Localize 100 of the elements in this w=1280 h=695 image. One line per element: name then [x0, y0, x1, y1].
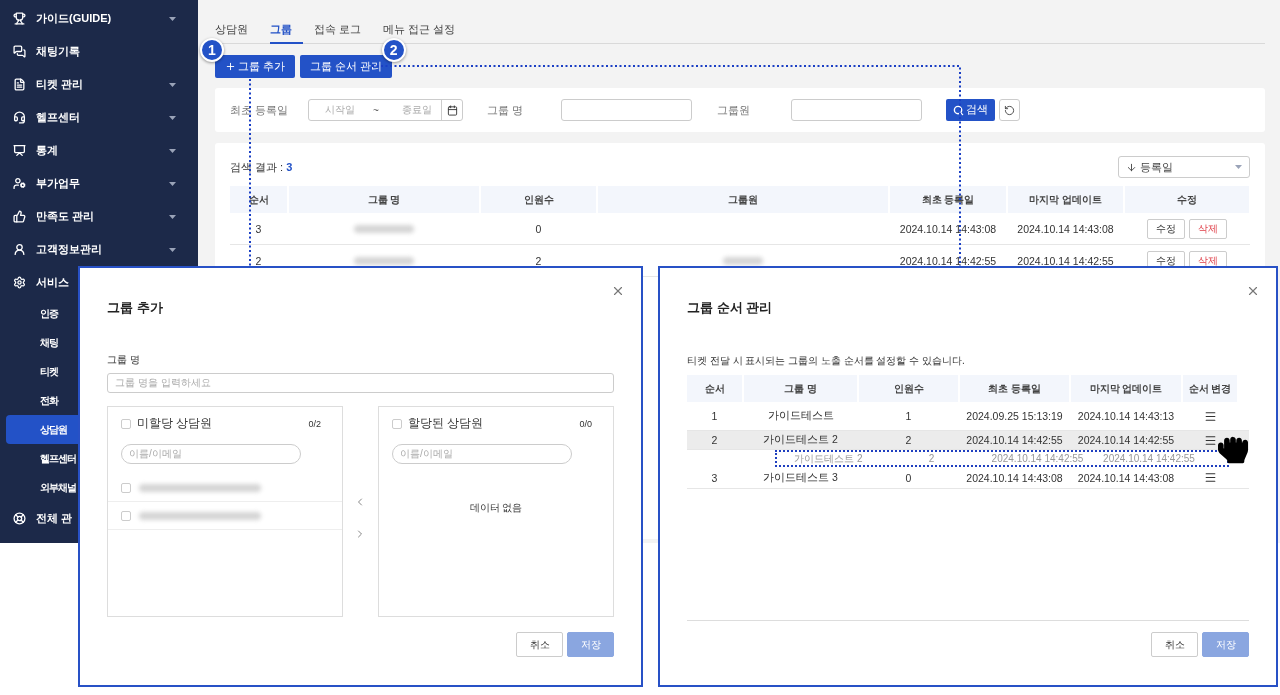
close-icon [1246, 284, 1260, 298]
table-cell-text: 1 [904, 409, 913, 424]
panel-title: 미할당 상담원 [137, 415, 214, 432]
sidebar-item[interactable]: 티켓 관리 [0, 68, 198, 101]
table-cell-text: 0 [534, 221, 543, 237]
table-cell-text: 2 [904, 433, 913, 448]
sort-arrow-icon [1126, 161, 1137, 173]
checkbox[interactable] [121, 510, 131, 521]
dialog-title: 그룹 순서 관리 [687, 299, 774, 317]
sort-select[interactable]: 등록일 [1118, 156, 1250, 178]
table-cell-text: 가이드테스트 2 [762, 432, 839, 447]
table-cell-text: 2 [254, 253, 263, 269]
caret-icon [169, 148, 176, 153]
table-cell-text: 2 [534, 253, 543, 269]
column-header: 인원수 [859, 375, 958, 402]
menu-item-icon [13, 210, 26, 223]
grab-hand-icon [1218, 435, 1248, 465]
edit-button[interactable]: 수정 [1147, 218, 1185, 239]
close-icon [611, 284, 625, 298]
sidebar-item[interactable]: 채팅기록 [0, 35, 198, 68]
table-cell-text: 2 [710, 433, 719, 448]
toolbar-button[interactable]: 그룹 순서 관리 [299, 55, 392, 78]
redacted-text [354, 256, 414, 265]
menu-item-icon [13, 78, 26, 91]
caret-icon [1235, 165, 1242, 169]
column-header: 최초 등록일 [960, 375, 1069, 402]
caret-icon [169, 181, 176, 186]
drag-handle-icon[interactable] [1203, 433, 1217, 447]
sidebar-item[interactable]: 헬프센터 [0, 101, 198, 134]
menu-item-icon [13, 12, 26, 25]
tab[interactable]: 그룹 [270, 19, 303, 44]
toolbar-button[interactable]: 그룹 추가 [215, 55, 295, 78]
menu-item-icon [13, 177, 26, 190]
column-header: 인원수 [481, 186, 596, 213]
sidebar-item[interactable]: 통계 [0, 134, 198, 167]
checkbox[interactable] [121, 482, 131, 493]
dialog-button[interactable]: 취소 [516, 632, 563, 657]
column-header: 마지막 업데이트 [1008, 186, 1123, 213]
search-button[interactable]: 검색 [946, 99, 996, 121]
caret-icon [169, 82, 176, 87]
column-header: 수정 [1125, 186, 1249, 213]
date-range-field[interactable]: 시작일 ~ 종료일 [308, 99, 464, 121]
table-cell-text: 2024.10.14 14:42:55 [1016, 253, 1115, 269]
table-cell-text: 2024.10.14 14:42:55 [1076, 433, 1176, 448]
filter-label: 최초 등록일 [230, 102, 289, 118]
field-label: 그룹 명 [107, 353, 141, 367]
reset-button[interactable] [999, 99, 1021, 121]
table-row[interactable]: 2 가이드테스트 2 2 2024.10.14 14:42:55 2024.10.14 14:42:55 [687, 431, 1249, 450]
column-header: 순서 [230, 186, 287, 213]
menu-item-icon [13, 45, 26, 58]
table-cell-text: 3 [710, 470, 719, 486]
table-cell-text: 가이드테스트 [766, 408, 835, 423]
column-header: 순서 [687, 375, 742, 402]
menu-item-icon [13, 512, 26, 525]
tab[interactable]: 접속 로그 [314, 19, 373, 44]
close-button[interactable] [1246, 284, 1260, 298]
empty-message: 데이터 없음 [468, 501, 524, 515]
table-cell-text: 3 [254, 221, 263, 237]
plus-icon [225, 61, 236, 72]
sidebar-item[interactable]: 서비스 [0, 266, 198, 299]
filter-label: 그룹원 [717, 102, 752, 118]
menu-item-icon [13, 144, 26, 157]
column-header: 그룹원 [598, 186, 888, 213]
table-cell-text: 2024.10.14 14:43:13 [1076, 409, 1176, 424]
column-header: 그룹 명 [289, 186, 479, 213]
dialog-button[interactable]: 취소 [1151, 632, 1198, 657]
sidebar-item[interactable]: 전체 관 [0, 502, 198, 535]
table-cell-text: 0 [904, 470, 913, 486]
menu-item-icon [13, 243, 26, 256]
column-header: 마지막 업데이트 [1071, 375, 1181, 402]
result-count: 검색 결과 : 3 [230, 159, 293, 175]
menu-item-icon [13, 111, 26, 124]
table-cell-text: 2024.10.14 14:42:55 [898, 253, 998, 269]
panel-count: 0/0 [579, 418, 592, 429]
caret-icon [169, 247, 176, 252]
table-cell-text: 2024.10.14 14:43:08 [1016, 221, 1115, 237]
table-cell-text: 1 [710, 409, 719, 424]
caret-icon [169, 115, 176, 120]
close-button[interactable] [611, 284, 625, 298]
redacted-text [723, 256, 763, 265]
sidebar-item[interactable]: 만족도 관리 [0, 200, 198, 233]
panel-title: 할당된 상담원 [407, 415, 485, 432]
checkbox[interactable] [121, 418, 131, 429]
sidebar-item[interactable]: 가이드(GUIDE) [0, 2, 198, 35]
table-cell-text: 2024.10.14 14:43:08 [1076, 470, 1176, 486]
column-header: 그룹 명 [744, 375, 857, 402]
caret-icon [169, 214, 176, 219]
column-header: 순서 변경 [1183, 375, 1237, 402]
panel-count: 0/2 [308, 418, 322, 429]
delete-button[interactable]: 삭제 [1189, 218, 1227, 239]
member-field[interactable] [791, 99, 923, 121]
calendar-icon [446, 104, 458, 116]
sidebar-item[interactable]: 부가업무 [0, 167, 198, 200]
drag-handle-icon[interactable] [1203, 409, 1217, 423]
sidebar-item[interactable]: 고객정보관리 [0, 233, 198, 266]
step-badge: 2 [381, 38, 406, 62]
group-name-field[interactable] [561, 99, 693, 121]
step-badge: 1 [200, 38, 224, 62]
drag-handle-icon[interactable] [1203, 471, 1217, 484]
checkbox[interactable] [391, 418, 402, 429]
